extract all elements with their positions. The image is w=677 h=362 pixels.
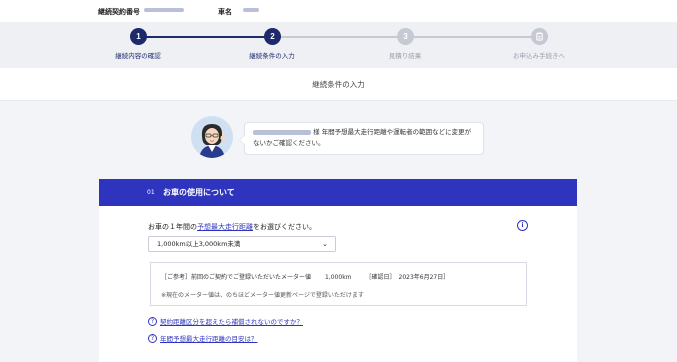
help-link-coverage-label: 契約距離区分を超えたら補償されないのですか？: [160, 318, 303, 326]
step-2-circle: 2: [264, 28, 281, 45]
reference-meter-box: ［ご参考］前回のご契約でご登録いただいたメーター値 1,000km ［確認日］ 20…: [150, 262, 527, 306]
mileage-term-link[interactable]: 予想最大走行距離: [197, 223, 253, 231]
clipboard-icon: [536, 32, 543, 41]
page-title: 継続条件の入力: [312, 80, 365, 89]
contract-number-value-redacted: [144, 8, 184, 12]
reference-meter-value: 1,000km: [325, 274, 352, 281]
car-name-label: 車名: [218, 8, 232, 16]
section-header: 01 お車の使用について: [99, 179, 577, 206]
page-title-band: 継続条件の入力: [0, 68, 677, 101]
step-2-label: 継続条件の入力: [249, 52, 295, 60]
customer-name-redacted: [253, 129, 311, 135]
question-circle-icon: ?: [148, 333, 157, 343]
honorific: 様: [313, 128, 320, 136]
message-line-2: ないかご確認ください。: [253, 139, 325, 147]
section-number: 01: [147, 189, 155, 196]
reference-label: ［ご参考］前回のご契約でご登録いただいたメーター値: [161, 274, 312, 281]
reference-line: ［ご参考］前回のご契約でご登録いただいたメーター値 1,000km ［確認日］ 20…: [161, 272, 449, 281]
step-3-circle: 3: [397, 28, 414, 45]
progress-stepper: 1 継続内容の確認 2 継続条件の入力 3 見積り結果 お申込み手続きへ: [0, 22, 677, 68]
question-circle-icon: ?: [148, 316, 157, 326]
mileage-select-value: 1,000km以上3,000km未満: [157, 240, 241, 248]
step-1-label: 継続内容の確認: [115, 52, 161, 60]
step-1-circle: 1: [130, 28, 147, 45]
operator-avatar: [191, 116, 233, 158]
step-4-label: お申込み手続きへ: [513, 52, 565, 60]
step-3-label: 見積り結果: [388, 52, 422, 60]
question-suffix: をお選びください。: [253, 223, 316, 231]
help-link-mileage-guide-label: 年間予想最大走行距離の目安は？: [160, 335, 258, 343]
mileage-question: お車の１年間の予想最大走行距離をお選びください。: [148, 222, 316, 232]
step-4-circle: [531, 28, 548, 45]
car-name-value-redacted: [243, 8, 259, 12]
help-link-mileage-guide[interactable]: ? 年間予想最大走行距離の目安は？: [148, 333, 258, 343]
help-link-coverage[interactable]: ? 契約距離区分を超えたら補償されないのですか？: [148, 316, 303, 326]
section-title: お車の使用について: [163, 188, 235, 197]
contract-number-label: 継続契約番号: [98, 8, 140, 16]
mileage-select[interactable]: 1,000km以上3,000km未満 ⌄: [148, 236, 336, 252]
info-icon[interactable]: i: [517, 220, 528, 231]
message-line-1: 年間予想最大走行距離や運転者の範囲などに変更が: [321, 128, 472, 136]
stepper-track-done: [138, 36, 272, 38]
reference-confirmed-date: ［確認日］ 2023年6月27日］: [365, 274, 450, 281]
reference-note: ※現在のメーター値は、のちほどメーター値更新ページで登録いただけます: [161, 292, 364, 299]
contract-info-bar: 継続契約番号 車名: [0, 0, 677, 22]
operator-message-bubble: 様 年間予想最大走行距離や運転者の範囲などに変更が ないかご確認ください。: [239, 122, 484, 155]
question-prefix: お車の１年間の: [148, 223, 197, 231]
operator-illustration-icon: [191, 116, 233, 158]
chevron-down-icon: ⌄: [322, 240, 328, 248]
